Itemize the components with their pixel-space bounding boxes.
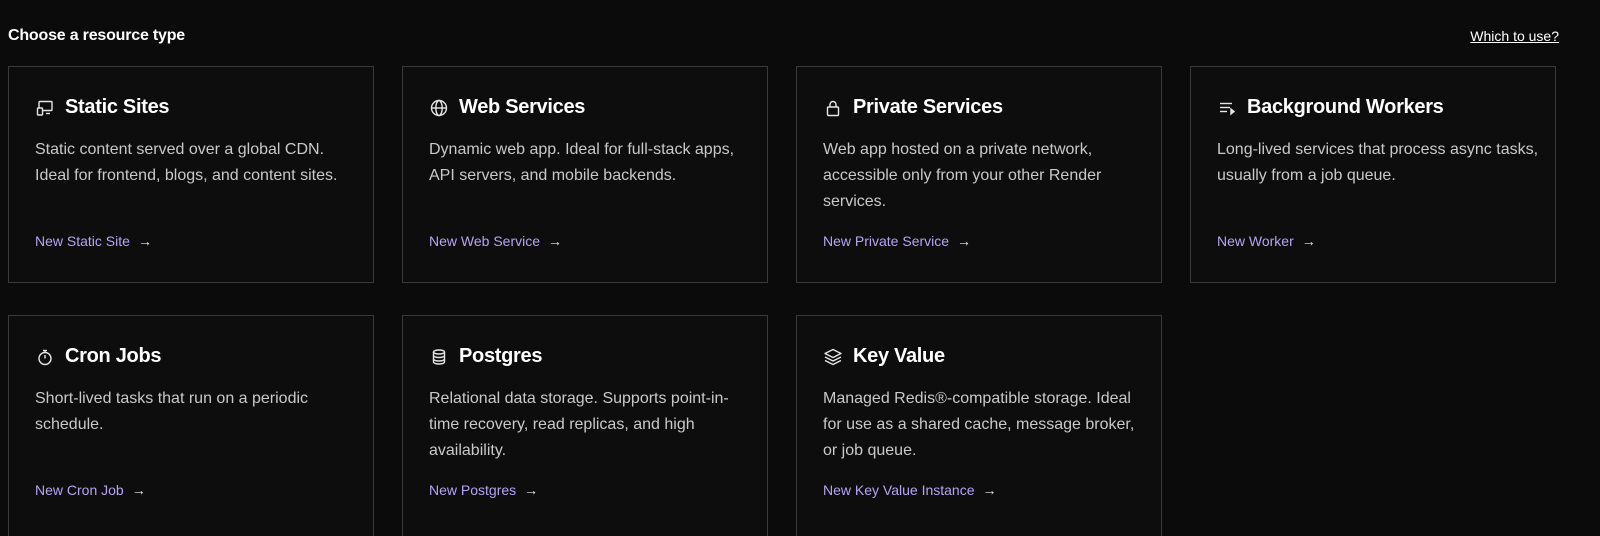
card-title: Background Workers [1217, 96, 1444, 119]
card-title-text: Private Services [853, 96, 1003, 118]
card-title: Private Services [823, 96, 1003, 119]
new-web-service-link[interactable]: New Web Service → [429, 233, 562, 249]
card-title-text: Postgres [459, 345, 543, 367]
arrow-right-icon: → [548, 233, 563, 249]
card-title: Web Services [429, 96, 585, 119]
stopwatch-icon [35, 347, 55, 367]
link-label: New Cron Job [35, 482, 124, 498]
section-title: Choose a resource type [8, 27, 185, 44]
arrow-right-icon: → [1301, 233, 1316, 249]
card-title-text: Key Value [853, 345, 945, 367]
section-header: Choose a resource type Which to use? [8, 24, 1559, 48]
link-label: New Worker [1217, 233, 1294, 249]
new-key-value-instance-link[interactable]: New Key Value Instance → [823, 482, 997, 498]
card-description: Managed Redis®-compatible storage. Ideal… [823, 390, 1135, 459]
arrow-right-icon: → [957, 233, 972, 249]
card-description: Short-lived tasks that run on a periodic… [35, 390, 309, 433]
card-title-text: Static Sites [65, 96, 170, 118]
card-private-services[interactable]: Private Services Web app hosted on a pri… [796, 66, 1162, 283]
link-label: New Key Value Instance [823, 482, 975, 498]
card-cron-jobs[interactable]: Cron Jobs Short-lived tasks that run on … [8, 315, 374, 536]
card-description: Web app hosted on a private network, acc… [823, 141, 1102, 210]
card-title: Postgres [429, 345, 542, 368]
link-label: New Postgres [429, 482, 517, 498]
link-label: New Private Service [823, 233, 950, 249]
card-title-text: Web Services [459, 96, 586, 118]
database-icon [429, 347, 449, 367]
new-worker-link[interactable]: New Worker → [1217, 233, 1316, 249]
arrow-right-icon: → [524, 482, 539, 498]
new-private-service-link[interactable]: New Private Service → [823, 233, 971, 249]
monitor-icon [35, 98, 55, 118]
card-description: Dynamic web app. Ideal for full-stack ap… [429, 141, 735, 184]
card-title: Static Sites [35, 96, 170, 119]
new-postgres-link[interactable]: New Postgres → [429, 482, 538, 498]
card-title: Key Value [823, 345, 945, 368]
card-static-sites[interactable]: Static Sites Static content served over … [8, 66, 374, 283]
arrow-right-icon: → [137, 233, 152, 249]
which-to-use-link[interactable]: Which to use? [1470, 28, 1559, 44]
card-title-text: Background Workers [1247, 96, 1444, 118]
list-arrow-icon [1217, 98, 1237, 118]
card-postgres[interactable]: Postgres Relational data storage. Suppor… [402, 315, 768, 536]
card-key-value[interactable]: Key Value Managed Redis®-compatible stor… [796, 315, 1162, 536]
link-label: New Static Site [35, 233, 130, 249]
card-background-workers[interactable]: Background Workers Long-lived services t… [1190, 66, 1556, 283]
layers-icon [823, 347, 843, 367]
card-web-services[interactable]: Web Services Dynamic web app. Ideal for … [402, 66, 768, 283]
lock-icon [823, 98, 843, 118]
arrow-right-icon: → [131, 482, 146, 498]
arrow-right-icon: → [982, 482, 997, 498]
card-description: Static content served over a global CDN.… [35, 141, 338, 184]
new-static-site-link[interactable]: New Static Site → [35, 233, 152, 249]
card-title: Cron Jobs [35, 345, 162, 368]
card-title-text: Cron Jobs [65, 345, 162, 367]
card-description: Relational data storage. Supports point-… [429, 390, 729, 459]
globe-icon [429, 98, 449, 118]
link-label: New Web Service [429, 233, 541, 249]
resource-type-page: Choose a resource type Which to use? Sta… [0, 0, 1600, 536]
card-description: Long-lived services that process async t… [1217, 141, 1539, 184]
new-cron-job-link[interactable]: New Cron Job → [35, 482, 146, 498]
